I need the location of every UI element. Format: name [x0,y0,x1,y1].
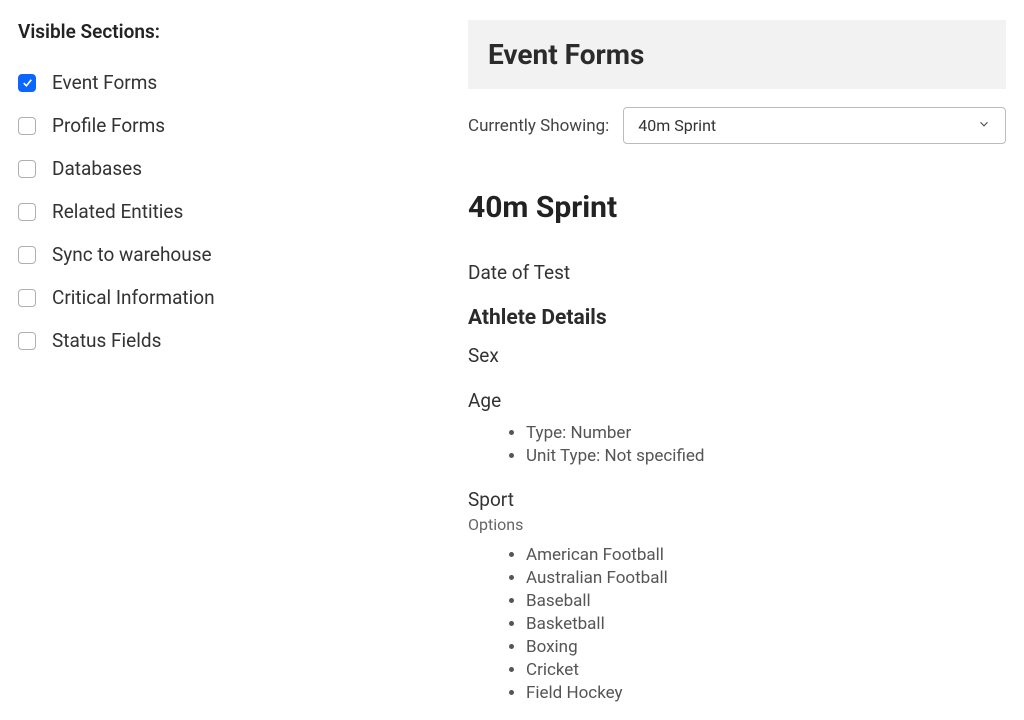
age-details-list: Type: NumberUnit Type: Not specified [468,422,1006,468]
checkbox-item[interactable]: Sync to warehouse [18,243,428,266]
sidebar-visible-sections: Visible Sections: Event Forms Profile For… [18,20,428,704]
athlete-details-title: Athlete Details [468,306,1006,330]
list-item: Baseball [526,590,1006,613]
checkbox-box[interactable] [18,289,36,307]
checkbox-label: Status Fields [52,329,161,352]
main-content: Event Forms Currently Showing: 40m Sprin… [468,20,1006,704]
checkbox-label: Related Entities [52,200,183,223]
list-item: American Football [526,544,1006,567]
chevron-down-icon [977,116,991,135]
list-item: Field Hockey [526,682,1006,705]
checkbox-box[interactable] [18,74,36,92]
checkbox-item[interactable]: Event Forms [18,71,428,94]
checkbox-box[interactable] [18,332,36,350]
checkbox-item[interactable]: Critical Information [18,286,428,309]
field-age: Age [468,389,1006,412]
section-header: Event Forms [468,20,1006,89]
list-item: Type: Number [526,422,1006,445]
checkbox-label: Profile Forms [52,114,165,137]
list-item: Australian Football [526,567,1006,590]
checkbox-item[interactable]: Profile Forms [18,114,428,137]
checkbox-box[interactable] [18,203,36,221]
checkbox-box[interactable] [18,160,36,178]
section-header-title: Event Forms [488,38,986,71]
checkbox-box[interactable] [18,246,36,264]
list-item: Boxing [526,636,1006,659]
form-select-dropdown[interactable]: 40m Sprint [623,107,1006,144]
checkbox-label: Sync to warehouse [52,243,212,266]
list-item: Basketball [526,613,1006,636]
checkbox-label: Databases [52,157,142,180]
sport-options-list: American FootballAustralian FootballBase… [468,544,1006,705]
list-item: Cricket [526,659,1006,682]
checkbox-item[interactable]: Databases [18,157,428,180]
checkbox-label: Event Forms [52,71,157,94]
field-sport: Sport [468,488,1006,511]
checkbox-item[interactable]: Status Fields [18,329,428,352]
field-sex: Sex [468,344,1006,367]
select-label: Currently Showing: [468,116,609,136]
checkbox-label: Critical Information [52,286,215,309]
form-title: 40m Sprint [468,190,1006,225]
options-label: Options [468,515,1006,534]
select-value: 40m Sprint [638,116,716,135]
currently-showing-row: Currently Showing: 40m Sprint [468,107,1006,144]
checkbox-box[interactable] [18,117,36,135]
checkbox-list: Event Forms Profile Forms Databases Related… [18,71,428,352]
checkbox-item[interactable]: Related Entities [18,200,428,223]
field-date-of-test: Date of Test [468,261,1006,284]
list-item: Unit Type: Not specified [526,445,1006,468]
sidebar-title: Visible Sections: [18,20,428,43]
